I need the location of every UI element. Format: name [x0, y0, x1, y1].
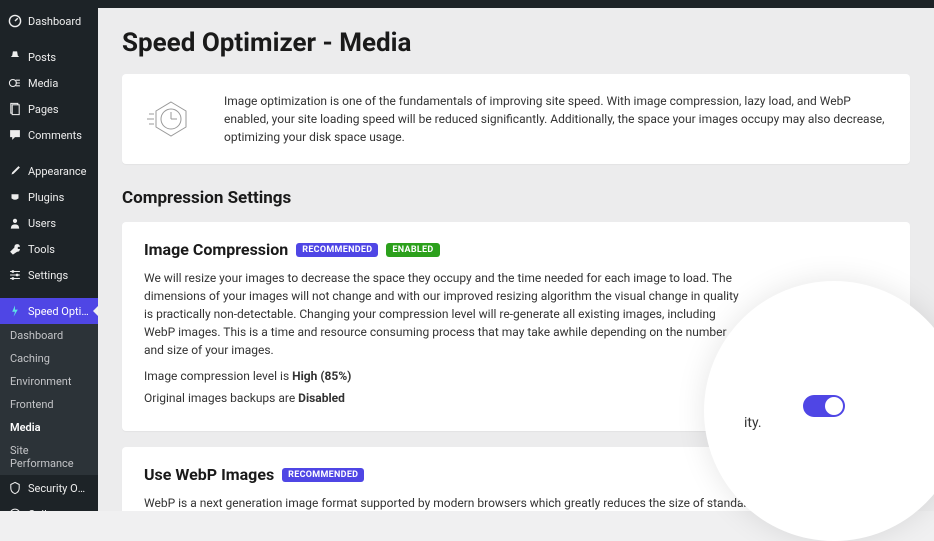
sidebar-item-label: Settings	[28, 269, 68, 282]
section-title: Compression Settings	[122, 188, 910, 208]
badge-recommended: RECOMMENDED	[282, 468, 364, 482]
compression-level: Image compression level is High (85%)	[144, 369, 749, 383]
sidebar-item-label: Comments	[28, 129, 82, 142]
sidebar-item-collapse[interactable]: Collapse menu	[0, 501, 98, 511]
backup-status: Original images backups are Disabled	[144, 391, 749, 405]
sidebar-item-plugins[interactable]: Plugins	[0, 184, 98, 210]
sidebar-item-tools[interactable]: Tools	[0, 236, 98, 262]
subnav-frontend[interactable]: Frontend	[0, 393, 98, 416]
sidebar-item-label: Security Optimizer	[28, 482, 90, 495]
sidebar-item-label: Appearance	[28, 165, 87, 178]
sidebar-item-label: Posts	[28, 51, 56, 64]
sidebar-item-label: Users	[28, 217, 56, 230]
shield-icon	[8, 481, 22, 495]
sidebar-item-speed-optimizer[interactable]: Speed Optimizer	[0, 298, 98, 324]
sliders-icon	[8, 268, 22, 282]
brush-icon	[8, 164, 22, 178]
sidebar-item-dashboard[interactable]: Dashboard	[0, 8, 98, 34]
page-icon	[8, 102, 22, 116]
webp-toggle[interactable]	[803, 395, 845, 417]
user-icon	[8, 216, 22, 230]
admin-sidebar: Dashboard Posts Media Pages Comments App…	[0, 8, 98, 511]
sidebar-item-settings[interactable]: Settings	[0, 262, 98, 288]
sidebar-item-label: Speed Optimizer	[28, 305, 90, 318]
sidebar-item-label: Plugins	[28, 191, 64, 204]
badge-enabled: ENABLED	[386, 243, 439, 257]
wrench-icon	[8, 242, 22, 256]
admin-bar	[0, 0, 934, 8]
comment-icon	[8, 128, 22, 142]
info-card: Image optimization is one of the fundame…	[122, 74, 910, 164]
sidebar-item-label: Tools	[28, 243, 55, 256]
subnav-media[interactable]: Media	[0, 416, 98, 439]
badge-recommended: RECOMMENDED	[296, 243, 378, 257]
sidebar-item-users[interactable]: Users	[0, 210, 98, 236]
media-hero-icon	[146, 94, 196, 144]
sidebar-item-label: Media	[28, 77, 58, 90]
page-title: Speed Optimizer - Media	[122, 28, 910, 58]
subnav: Dashboard Caching Environment Frontend M…	[0, 324, 98, 475]
plug-icon	[8, 190, 22, 204]
sidebar-item-posts[interactable]: Posts	[0, 44, 98, 70]
sidebar-item-pages[interactable]: Pages	[0, 96, 98, 122]
collapse-icon	[8, 507, 22, 511]
sidebar-item-label: Collapse menu	[28, 508, 90, 512]
pin-icon	[8, 50, 22, 64]
sidebar-item-media[interactable]: Media	[0, 70, 98, 96]
subnav-environment[interactable]: Environment	[0, 370, 98, 393]
info-text: Image optimization is one of the fundame…	[224, 92, 886, 146]
card-title: Use WebP Images	[144, 465, 274, 484]
media-icon	[8, 76, 22, 90]
subnav-caching[interactable]: Caching	[0, 347, 98, 370]
subnav-dashboard[interactable]: Dashboard	[0, 324, 98, 347]
sidebar-item-comments[interactable]: Comments	[0, 122, 98, 148]
card-description: We will resize your images to decrease t…	[144, 269, 749, 359]
sidebar-item-security-optimizer[interactable]: Security Optimizer	[0, 475, 98, 501]
sidebar-item-label: Dashboard	[28, 15, 81, 28]
card-title: Image Compression	[144, 240, 288, 259]
sidebar-item-label: Pages	[28, 103, 59, 116]
subnav-site-performance[interactable]: Site Performance	[0, 439, 98, 475]
truncated-text: ity.	[744, 415, 762, 431]
speed-icon	[8, 304, 22, 318]
sidebar-item-appearance[interactable]: Appearance	[0, 158, 98, 184]
dashboard-icon	[8, 14, 22, 28]
